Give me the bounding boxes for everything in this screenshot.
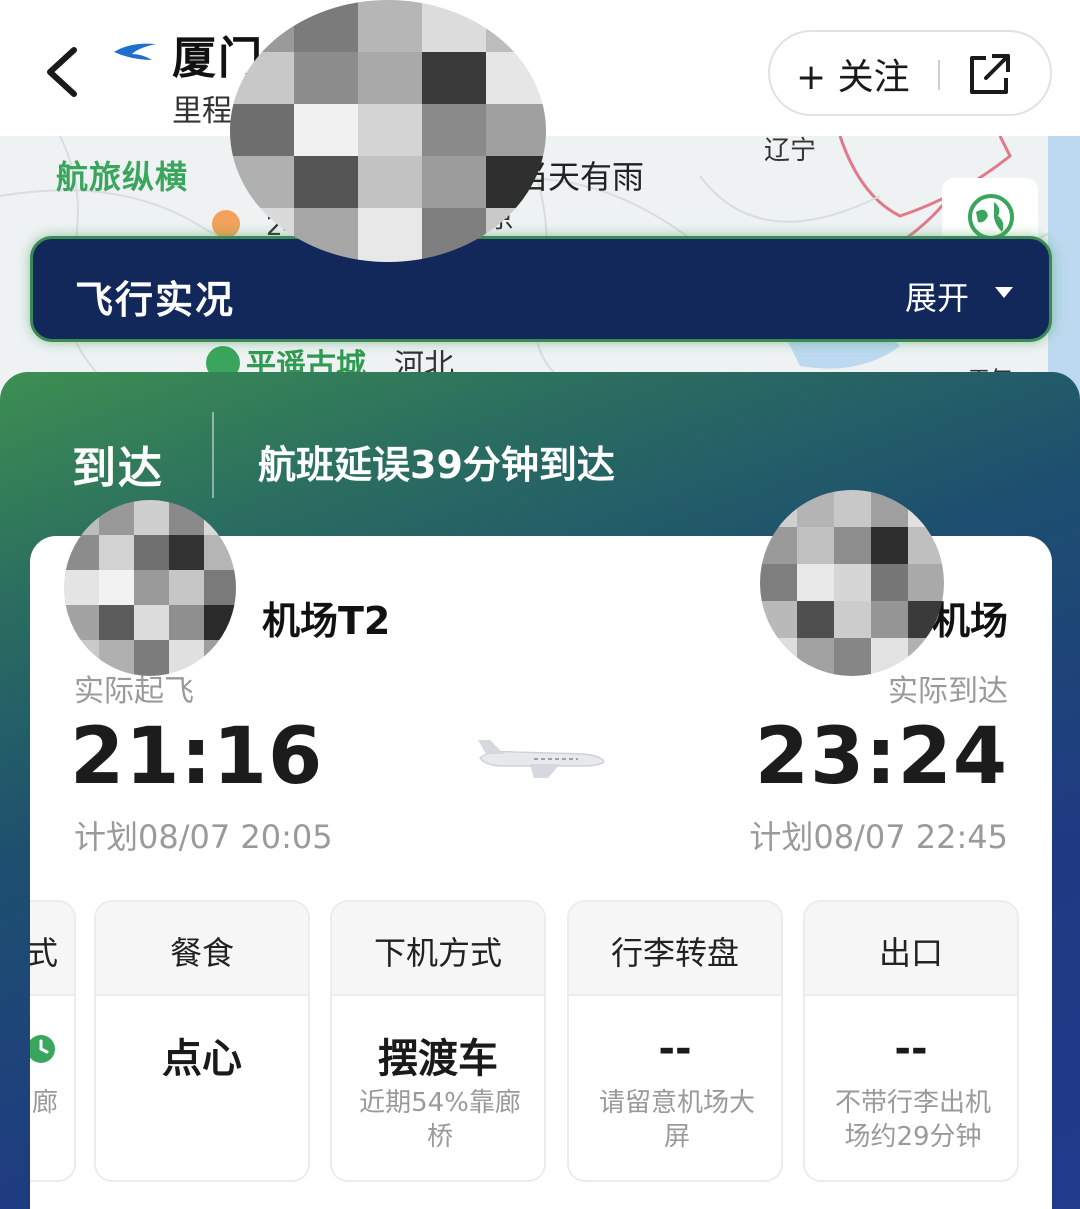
redaction-mosaic xyxy=(64,500,236,676)
arrival-time-label: 实际到达 xyxy=(888,674,1008,709)
service-tile-disembark[interactable]: 下机方式 摆渡车 近期54%靠廊桥 xyxy=(330,900,546,1182)
back-arrow-icon[interactable] xyxy=(36,40,92,104)
airline-logo-icon xyxy=(114,43,156,60)
service-tile-meal[interactable]: 餐食 点心 xyxy=(94,900,310,1182)
service-tiles: 式 廊 餐食 点心 下机方式 摆渡车 近期54%靠廊桥 行李转盘 -- 请留意机… xyxy=(30,900,1052,1209)
globe-icon xyxy=(968,194,1014,240)
status-message: 航班延误39分钟到达 xyxy=(258,443,615,487)
tile-value: -- xyxy=(894,1026,928,1072)
tile-value: 摆渡车 xyxy=(378,1036,498,1082)
service-tile-exit[interactable]: 出口 -- 不带行李出机场约29分钟 xyxy=(803,900,1019,1182)
departure-airport: 机场T2 xyxy=(262,599,391,643)
arrival-scheduled: 计划08/07 22:45 xyxy=(749,818,1008,856)
departure-time: 21:16 xyxy=(70,712,324,802)
arrival-airport: 机场 xyxy=(931,599,1008,643)
caret-down-icon xyxy=(995,287,1013,298)
status-label: 到达 xyxy=(72,443,164,494)
expand-button[interactable]: 展开 xyxy=(905,273,969,319)
live-bar-title: 飞行实况 xyxy=(75,278,236,322)
service-tile[interactable]: 式 廊 xyxy=(30,900,76,1182)
flight-live-bar[interactable]: 飞行实况 展开 xyxy=(30,236,1052,342)
tile-value: -- xyxy=(658,1026,692,1072)
divider xyxy=(938,60,940,90)
tile-title: 出口 xyxy=(878,934,943,972)
tile-note: 不带行李出机场约29分钟 xyxy=(834,1088,991,1152)
redaction-mosaic xyxy=(230,0,546,262)
service-tile-baggage[interactable]: 行李转盘 -- 请留意机场大屏 xyxy=(567,900,783,1182)
tile-title: 下机方式 xyxy=(373,934,502,972)
follow-button[interactable]: + 关注 xyxy=(796,48,910,100)
clock-icon xyxy=(30,1035,55,1063)
tile-title: 行李转盘 xyxy=(610,934,739,972)
tile-note: 廊 xyxy=(31,1088,58,1118)
tile-title: 餐食 xyxy=(169,934,234,972)
map-brand-label: 航旅纵横 xyxy=(56,158,189,196)
follow-share-group: + 关注 xyxy=(768,30,1052,116)
sun-icon xyxy=(212,210,240,236)
flight-subtitle: 里程 xyxy=(172,94,232,129)
tile-note: 请留意机场大屏 xyxy=(598,1088,755,1152)
tile-title: 式 xyxy=(30,928,74,974)
tile-note: 近期54%靠廊桥 xyxy=(359,1088,521,1152)
plane-icon xyxy=(478,740,605,778)
arrival-time: 23:24 xyxy=(754,712,1008,802)
share-icon[interactable] xyxy=(966,52,1012,98)
map-label-province: 辽宁 xyxy=(764,136,817,166)
tile-value: 点心 xyxy=(162,1036,242,1082)
departure-scheduled: 计划08/07 20:05 xyxy=(74,818,333,856)
divider xyxy=(212,412,214,498)
redaction-mosaic xyxy=(760,490,944,676)
